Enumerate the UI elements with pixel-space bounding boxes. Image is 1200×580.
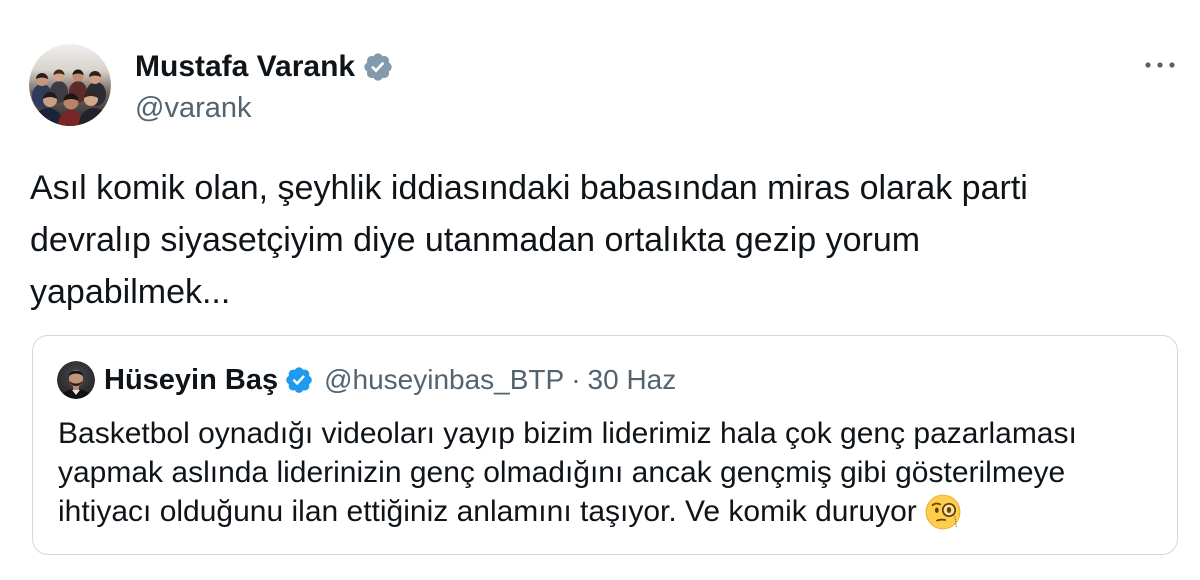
- quoted-tweet-card[interactable]: Hüseyin Baş @huseyinbas_BTP · 30 Haz Bas…: [32, 335, 1178, 555]
- verified-badge-icon: [286, 367, 312, 393]
- quoted-tweet-text: Basketbol oynadığı videoları yayıp bizim…: [58, 414, 1077, 531]
- tweet-text-line: Asıl komik olan, şeyhlik iddiasındaki ba…: [30, 169, 1028, 207]
- tweet-text-line: devralıp siyasetçiyim diye utanmadan ort…: [30, 221, 921, 259]
- quoted-author-avatar: [57, 361, 95, 399]
- quoted-text-line: ihtiyacı olduğunu ilan ettiğiniz anlamın…: [58, 492, 1077, 531]
- author-avatar-photo: [29, 44, 111, 126]
- quoted-tweet-date: 30 Haz: [587, 364, 677, 395]
- tweet-text: Asıl komik olan, şeyhlik iddiasındaki ba…: [30, 162, 1028, 318]
- author-name[interactable]: Mustafa Varank: [135, 47, 355, 87]
- verified-badge-icon[interactable]: [362, 51, 394, 83]
- quoted-author-handle: @huseyinbas_BTP: [324, 364, 565, 395]
- face-with-monocle-icon: [925, 494, 961, 530]
- meta-separator: ·: [571, 364, 581, 395]
- author-name-row: Mustafa Varank: [135, 47, 394, 87]
- quoted-tweet-header: Hüseyin Baş @huseyinbas_BTP · 30 Haz: [104, 361, 676, 399]
- more-options-button[interactable]: [1140, 50, 1180, 80]
- author-avatar[interactable]: [29, 44, 111, 126]
- tweet: Mustafa Varank @varank Asıl komik olan, …: [0, 0, 1200, 580]
- more-options-icon: [1145, 62, 1175, 68]
- quoted-text-line-content: ihtiyacı olduğunu ilan ettiğiniz anlamın…: [58, 495, 917, 528]
- author-handle[interactable]: @varank: [135, 90, 251, 126]
- quoted-text-line: Basketbol oynadığı videoları yayıp bizim…: [58, 417, 1077, 450]
- quoted-author-name: Hüseyin Baş: [104, 364, 279, 396]
- quoted-author-avatar-photo: [57, 361, 95, 399]
- tweet-text-line: yapabilmek...: [30, 273, 231, 311]
- quoted-text-line: yapmak aslında liderinizin genç olmadığı…: [58, 456, 1066, 489]
